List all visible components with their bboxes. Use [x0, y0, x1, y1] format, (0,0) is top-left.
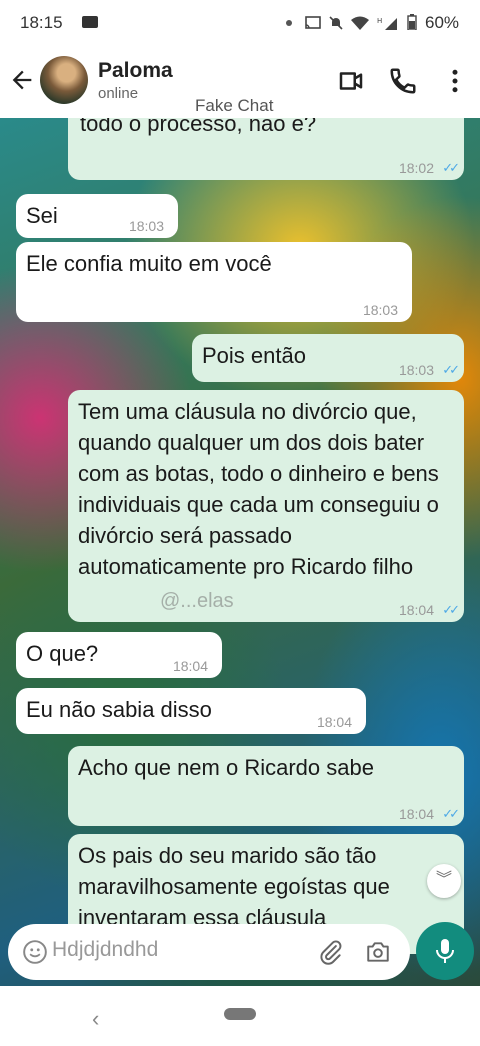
contact-name[interactable]: Paloma [98, 59, 173, 83]
battery-icon [406, 14, 417, 31]
watermark-text: @...elas [160, 590, 234, 612]
message-bubble-incoming[interactable]: Ele confia muito em você 18:03 [16, 242, 412, 322]
status-time: 18:15 [20, 13, 63, 32]
wifi-icon [350, 16, 369, 30]
avatar[interactable] [40, 56, 88, 104]
overlay-watermark: Fake Chat [195, 96, 274, 115]
signal-icon: H [377, 17, 397, 30]
svg-text:H: H [377, 17, 386, 25]
read-ticks-icon: ✓✓ [442, 602, 460, 617]
message-time: 18:04 [398, 602, 434, 618]
battery-level: 60% [425, 13, 460, 32]
nav-back-icon[interactable]: ‹ [92, 1006, 99, 1032]
message-bubble-incoming[interactable]: Eu não sabia disso 18:04 [16, 688, 366, 734]
status-bar: 18:15 H 60% [0, 0, 480, 46]
nav-home-pill-icon[interactable] [224, 1008, 256, 1020]
read-ticks-icon: ✓✓ [442, 362, 460, 377]
message-time: 18:04 [316, 714, 352, 730]
message-text: Pois então [202, 343, 306, 368]
message-time: 18:04 [398, 806, 434, 822]
notification-dot-icon [286, 20, 292, 26]
cast-icon [305, 16, 321, 29]
more-options-icon[interactable] [440, 66, 470, 96]
message-composer[interactable]: Hdjdjdndhd [8, 924, 410, 980]
message-time: 18:03 [128, 218, 164, 234]
message-time: 18:03 [398, 362, 434, 378]
record-icon [82, 16, 98, 28]
message-time: 18:02 [398, 160, 434, 176]
contact-status: online [98, 85, 139, 102]
back-arrow-icon[interactable] [8, 66, 36, 94]
message-text: Sei [26, 203, 58, 228]
message-text: Ele confia muito em você [26, 251, 272, 276]
message-time: 18:03 [362, 302, 398, 318]
system-icons: H [305, 14, 417, 33]
message-bubble-outgoing[interactable]: Pois então 18:03 ✓✓ [192, 334, 464, 382]
phone-call-icon[interactable] [388, 66, 418, 96]
microphone-icon [436, 939, 454, 963]
double-chevron-down-icon: ︾ [435, 871, 452, 888]
message-bubble-incoming[interactable]: O que? 18:04 [16, 632, 222, 678]
message-text: O que? [26, 641, 99, 666]
scroll-to-bottom-button[interactable]: ︾ [427, 864, 461, 898]
message-bubble-outgoing[interactable]: Tem uma cláusula no divórcio que, quando… [68, 390, 464, 622]
message-text: Tem uma cláusula no divórcio que, quando… [78, 399, 439, 579]
chat-header: Paloma online Fake Chat [0, 46, 480, 118]
read-ticks-icon: ✓✓ [442, 806, 460, 821]
message-bubble-outgoing[interactable]: todo o processo, não é? 18:02 ✓✓ [68, 118, 464, 180]
message-bubble-outgoing[interactable]: Acho que nem o Ricardo sabe 18:04 ✓✓ [68, 746, 464, 826]
message-text: Acho que nem o Ricardo sabe [78, 755, 374, 780]
read-ticks-icon: ✓✓ [442, 160, 460, 175]
chat-area[interactable]: todo o processo, não é? 18:02 ✓✓ Sei 18:… [0, 118, 480, 986]
message-text: Eu não sabia disso [26, 697, 212, 722]
message-text: todo o processo, não é? [80, 118, 317, 136]
message-text: Os pais do seu marido são tão maravilhos… [78, 843, 390, 930]
video-call-icon[interactable] [336, 66, 366, 96]
voice-record-button[interactable] [416, 922, 474, 980]
message-bubble-incoming[interactable]: Sei 18:03 [16, 194, 178, 238]
message-input[interactable]: Hdjdjdndhd [52, 938, 158, 962]
emoji-icon[interactable] [22, 939, 48, 965]
attach-icon[interactable] [318, 939, 344, 965]
message-time: 18:04 [172, 658, 208, 674]
system-nav-bar: ‹ [0, 986, 480, 1046]
mute-icon [329, 16, 343, 30]
camera-icon[interactable] [364, 939, 392, 965]
